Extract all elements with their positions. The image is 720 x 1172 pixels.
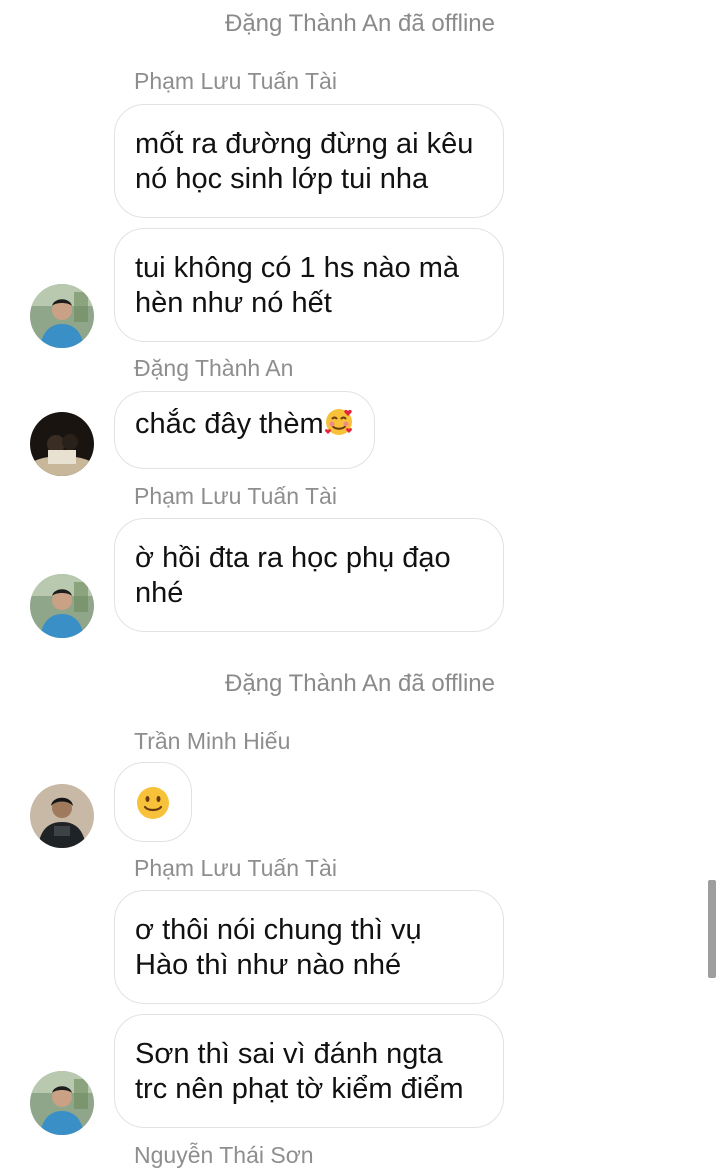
sender-name: Đặng Thành An [134,355,294,381]
message-bubble[interactable]: ờ hồi đta ra học phụ đạo nhé [114,518,504,632]
avatar-an[interactable] [30,412,94,476]
photo-avatar-dark-icon [30,412,94,476]
avatar-tai[interactable] [30,574,94,638]
message-line: Hào thì như nào nhé [135,949,402,981]
sender-name: Nguyễn Thái Sơn [134,1142,314,1168]
message-line: Sơn thì sai vì đánh ngta [135,1038,443,1070]
avatar-hieu[interactable] [30,784,94,848]
message-line: hèn như nó hết [135,287,332,319]
photo-avatar-blue-shirt-icon [30,284,94,348]
photo-avatar-blue-shirt-icon [30,1071,94,1135]
message-bubble[interactable]: ơ thôi nói chung thì vụ Hào thì như nào … [114,890,504,1004]
message-line: mốt ra đường đừng ai kêu [135,128,474,160]
sender-name: Trần Minh Hiếu [134,728,291,754]
photo-avatar-dark-jacket-icon [30,784,94,848]
system-message-text: Đặng Thành An đã offline [225,670,495,697]
sender-name: Phạm Lưu Tuấn Tài [134,68,337,94]
message-line: ơ thôi nói chung thì vụ [135,914,422,946]
message-bubble[interactable]: mốt ra đường đừng ai kêu nó học sinh lớp… [114,104,504,218]
message-bubble[interactable]: tui không có 1 hs nào mà hèn như nó hết [114,228,504,342]
slightly-smiling-face-icon [137,787,169,819]
message-line: trc nên phạt tờ kiểm điểm [135,1073,464,1105]
message-bubble[interactable]: Sơn thì sai vì đánh ngta trc nên phạt tờ… [114,1014,504,1128]
system-message-offline: Đặng Thành An đã offline [0,10,720,38]
system-message-text: Đặng Thành An đã offline [225,10,495,37]
sender-name: Phạm Lưu Tuấn Tài [134,483,337,509]
photo-avatar-blue-shirt-icon [30,574,94,638]
message-line: tui không có 1 hs nào mà [135,252,460,284]
sender-name: Phạm Lưu Tuấn Tài [134,855,337,881]
avatar-tai[interactable] [30,1071,94,1135]
smiling-face-with-hearts-icon [324,409,352,435]
message-bubble[interactable]: chắc đây thèm [114,391,375,469]
scrollbar-thumb[interactable] [708,880,716,978]
message-line: nó học sinh lớp tui nha [135,163,429,195]
avatar-tai[interactable] [30,284,94,348]
message-text: chắc đây thèm [135,407,354,442]
message-line: ờ hồi đta ra học phụ đạo [135,542,451,574]
system-message-offline: Đặng Thành An đã offline [0,670,720,698]
message-bubble-emoji[interactable] [114,762,192,842]
message-text-content: chắc đây thèm [135,408,324,440]
message-line: nhé [135,577,184,609]
